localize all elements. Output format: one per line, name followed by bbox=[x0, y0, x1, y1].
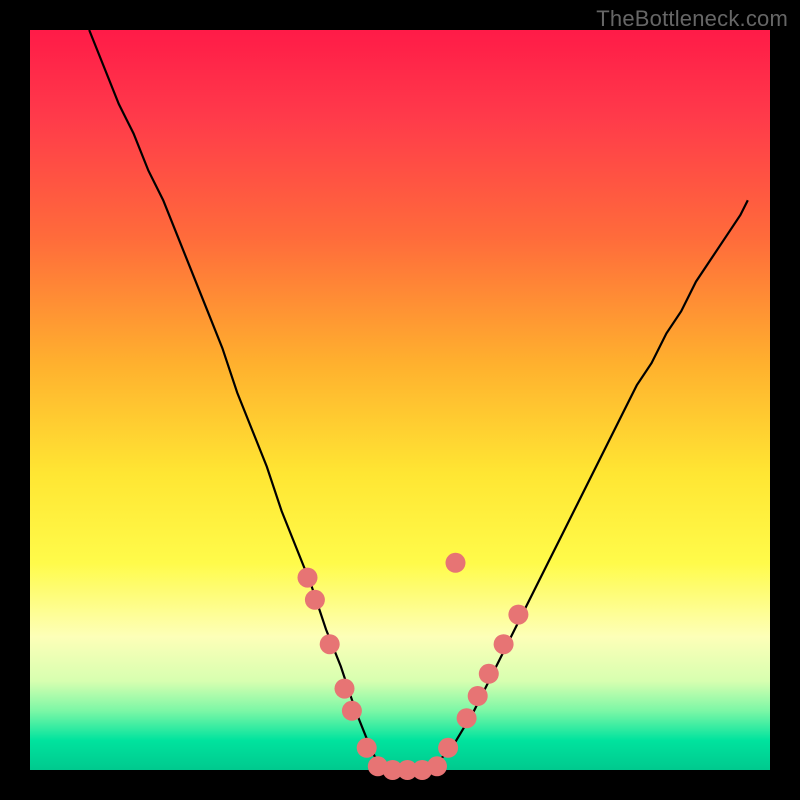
marker-group bbox=[298, 553, 529, 780]
marker-dot bbox=[320, 634, 340, 654]
marker-dot bbox=[438, 738, 458, 758]
bottleneck-curve bbox=[89, 30, 748, 770]
marker-dot bbox=[479, 664, 499, 684]
marker-dot bbox=[508, 605, 528, 625]
marker-dot bbox=[357, 738, 377, 758]
marker-dot bbox=[468, 686, 488, 706]
marker-dot bbox=[342, 701, 362, 721]
marker-dot bbox=[494, 634, 514, 654]
watermark-text: TheBottleneck.com bbox=[596, 6, 788, 32]
marker-dot bbox=[298, 568, 318, 588]
marker-dot bbox=[427, 756, 447, 776]
chart-frame bbox=[30, 30, 770, 770]
marker-dot bbox=[446, 553, 466, 573]
marker-dot bbox=[305, 590, 325, 610]
marker-dot bbox=[457, 708, 477, 728]
marker-dot bbox=[335, 679, 355, 699]
chart-svg bbox=[30, 30, 770, 770]
